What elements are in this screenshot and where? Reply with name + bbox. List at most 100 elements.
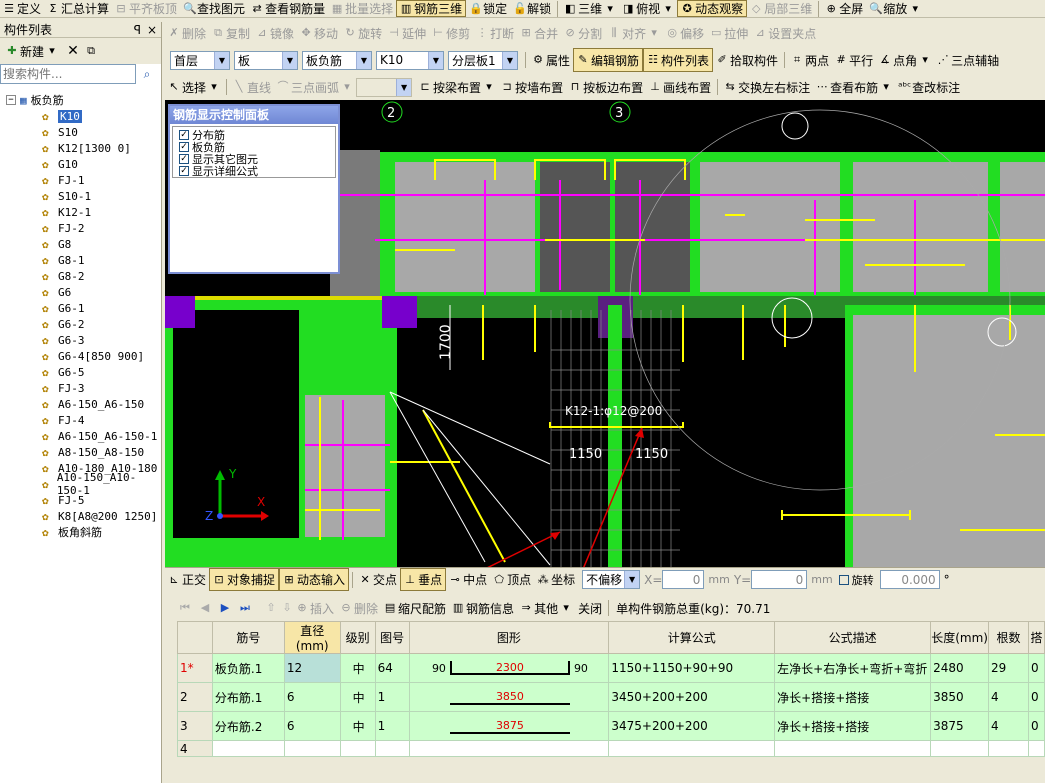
collapse-icon[interactable]: − bbox=[6, 95, 16, 105]
lock-button[interactable]: 🔒 锁定 bbox=[466, 0, 510, 17]
cell-grade[interactable]: 中 bbox=[339, 682, 376, 712]
cell-shape[interactable]: 3850 bbox=[408, 682, 610, 712]
extend-button[interactable]: ⊣ 延伸 bbox=[385, 22, 429, 44]
tree-item[interactable]: ✿ G10 bbox=[0, 156, 161, 172]
merge-button[interactable]: ⊞ 合并 bbox=[517, 22, 561, 44]
table-row[interactable]: 3 分布筋.2 6 中 1 3875 3475+200+200 净长+搭接+搭接 3875 4 0 bbox=[177, 711, 1045, 741]
search-icon[interactable]: ⌕ bbox=[136, 64, 158, 84]
cell-rebar-no[interactable]: 分布筋.1 bbox=[211, 682, 285, 712]
component-select[interactable]: K10 ▼ bbox=[376, 50, 444, 70]
cell-count[interactable]: 29 bbox=[988, 653, 1029, 683]
tree-item[interactable]: ✿ K12[1300 0] bbox=[0, 140, 161, 156]
snap-vertex-toggle[interactable]: ⬠ 顶点 bbox=[490, 568, 534, 591]
3d-view-button[interactable]: ◧ 三维 ▾ bbox=[561, 0, 619, 17]
two-point-axis-button[interactable]: ⌗ 两点 bbox=[788, 48, 832, 72]
cell-formula[interactable]: 3450+200+200 bbox=[608, 682, 776, 712]
tree-item[interactable]: ✿ G6-1 bbox=[0, 300, 161, 316]
tree-item[interactable]: ✿ S10 bbox=[0, 124, 161, 140]
top-view-button[interactable]: ◨ 俯视 ▾ bbox=[619, 0, 677, 17]
tree-item[interactable]: ✿ K12-1 bbox=[0, 204, 161, 220]
view-rebar-layout-button[interactable]: ⋯ 查看布筋 ▾ bbox=[813, 75, 895, 99]
local-3d-button[interactable]: ◇ 局部三维 bbox=[747, 0, 815, 17]
tree-item[interactable]: ✿ A6-150_A6-150 bbox=[0, 396, 161, 412]
swap-labels-button[interactable]: ⇆ 交换左右标注 bbox=[721, 75, 813, 99]
split-button[interactable]: ⊘ 分割 bbox=[561, 22, 605, 44]
place-by-slab-edge-button[interactable]: ⊓ 按板边布置 bbox=[566, 75, 646, 99]
close-grid-button[interactable]: 关闭 bbox=[575, 596, 605, 620]
delete-row-button[interactable]: ⊖ 删除 bbox=[337, 596, 381, 620]
prev-record-icon[interactable]: ◀ bbox=[199, 602, 211, 614]
tree-item[interactable]: ✿ FJ-2 bbox=[0, 220, 161, 236]
cell-lap[interactable] bbox=[1027, 740, 1045, 757]
y-input[interactable]: 0 bbox=[751, 570, 808, 589]
cell-length[interactable]: 3850 bbox=[930, 682, 990, 712]
cell-formula[interactable] bbox=[608, 740, 776, 757]
place-by-beam-button[interactable]: ⊏ 按梁布置 ▾ bbox=[416, 75, 498, 99]
cell-shape[interactable] bbox=[408, 740, 610, 757]
cell-length[interactable]: 2480 bbox=[930, 653, 990, 683]
cell-figure-no[interactable]: 1 bbox=[374, 682, 410, 712]
category-select[interactable]: 板负筋 ▼ bbox=[302, 50, 372, 70]
x-input[interactable]: 0 bbox=[662, 570, 705, 589]
insert-row-button[interactable]: ⊕ 插入 bbox=[293, 596, 337, 620]
rotate-button[interactable]: ↻ 旋转 bbox=[341, 22, 385, 44]
cell-rebar-no[interactable] bbox=[211, 740, 285, 757]
cell-lap[interactable]: 0 bbox=[1027, 682, 1045, 712]
type-select[interactable]: 板 ▼ bbox=[234, 50, 298, 70]
stretch-button[interactable]: ▭ 拉伸 bbox=[707, 22, 751, 44]
checkbox-detail-formula[interactable]: ✓ 显示详细公式 bbox=[173, 165, 335, 178]
orbit-button[interactable]: ✪ 动态观察 bbox=[677, 0, 748, 17]
parallel-axis-button[interactable]: # 平行 bbox=[832, 48, 876, 72]
move-button[interactable]: ✥ 移动 bbox=[297, 22, 341, 44]
tree-item[interactable]: ✿ G6 bbox=[0, 284, 161, 300]
cell-shape[interactable]: 3875 bbox=[408, 711, 610, 741]
rotate-input[interactable]: 0.000 bbox=[879, 570, 940, 589]
align-slab-top-button[interactable]: ⊟ 平齐板顶 bbox=[112, 0, 180, 17]
search-input[interactable] bbox=[0, 64, 136, 84]
last-record-icon[interactable]: ⏭ bbox=[239, 602, 251, 614]
pick-component-button[interactable]: ✐ 拾取构件 bbox=[713, 48, 781, 72]
tree-item[interactable]: ✿ G6-5 bbox=[0, 364, 161, 380]
place-by-wall-button[interactable]: ⊐ 按墙布置 bbox=[498, 75, 566, 99]
tree-item[interactable]: ✿ A6-150_A6-150-1 bbox=[0, 428, 161, 444]
mirror-button[interactable]: ⊿ 镜像 bbox=[253, 22, 297, 44]
cell-description[interactable]: 净长+搭接+搭接 bbox=[774, 711, 932, 741]
offset-button[interactable]: ◎ 偏移 bbox=[663, 22, 707, 44]
cell-figure-no[interactable]: 1 bbox=[374, 711, 410, 741]
copy-icon[interactable]: ⧉ bbox=[85, 45, 97, 57]
edit-label-button[interactable]: ᵃᵇᶜ 查改标注 bbox=[895, 75, 963, 99]
tree-item[interactable]: ✿ G6-3 bbox=[0, 332, 161, 348]
cell-lap[interactable]: 0 bbox=[1027, 711, 1045, 741]
tree-item[interactable]: ✿ G8 bbox=[0, 236, 161, 252]
tree-item[interactable]: ✿ FJ-4 bbox=[0, 412, 161, 428]
cell-figure-no[interactable]: 64 bbox=[374, 653, 410, 683]
other-menu-button[interactable]: ⇒ 其他 ▾ bbox=[517, 596, 575, 620]
close-icon[interactable]: × bbox=[147, 23, 157, 37]
draw-line-place-button[interactable]: ⊥ 画线布置 bbox=[646, 75, 714, 99]
batch-select-button[interactable]: ▦ 批量选择 bbox=[328, 0, 396, 17]
tree-item[interactable]: ✿ G6-4[850 900] bbox=[0, 348, 161, 364]
cell-figure-no[interactable] bbox=[374, 740, 410, 757]
cell-description[interactable]: 左净长+右净长+弯折+弯折 bbox=[774, 653, 932, 683]
copy-button[interactable]: ⧉ 复制 bbox=[209, 22, 253, 44]
tree-item[interactable]: ✿ S10-1 bbox=[0, 188, 161, 204]
tree-item[interactable]: ✿ FJ-5 bbox=[0, 492, 161, 508]
properties-button[interactable]: ⚙ 属性 bbox=[529, 48, 573, 72]
select-button[interactable]: ↖ 选择 ▾ bbox=[165, 75, 223, 99]
tree-item[interactable]: ✿ FJ-1 bbox=[0, 172, 161, 188]
cell-lap[interactable]: 0 bbox=[1027, 653, 1045, 683]
row-number[interactable]: 2 bbox=[177, 682, 213, 712]
tree-item[interactable]: ✿ K10 bbox=[0, 108, 161, 124]
summary-calc-button[interactable]: Σ 汇总计算 bbox=[44, 0, 112, 17]
move-up-icon[interactable]: ⇧ bbox=[265, 602, 277, 614]
set-grip-button[interactable]: ⊿ 设置夹点 bbox=[751, 22, 819, 44]
rebar-3d-button[interactable]: ▥ 钢筋三维 bbox=[396, 0, 467, 17]
trim-button[interactable]: ⊢ 修剪 bbox=[429, 22, 473, 44]
next-record-icon[interactable]: ▶ bbox=[219, 602, 231, 614]
cell-rebar-no[interactable]: 分布筋.2 bbox=[211, 711, 285, 741]
delete-icon[interactable]: ✕ bbox=[67, 44, 79, 58]
cell-formula[interactable]: 1150+1150+90+90 bbox=[608, 653, 776, 683]
unlock-button[interactable]: 🔓 解锁 bbox=[510, 0, 554, 17]
layer-select[interactable]: 分层板1 ▼ bbox=[448, 50, 518, 70]
cell-diameter[interactable]: 12 bbox=[283, 653, 341, 683]
